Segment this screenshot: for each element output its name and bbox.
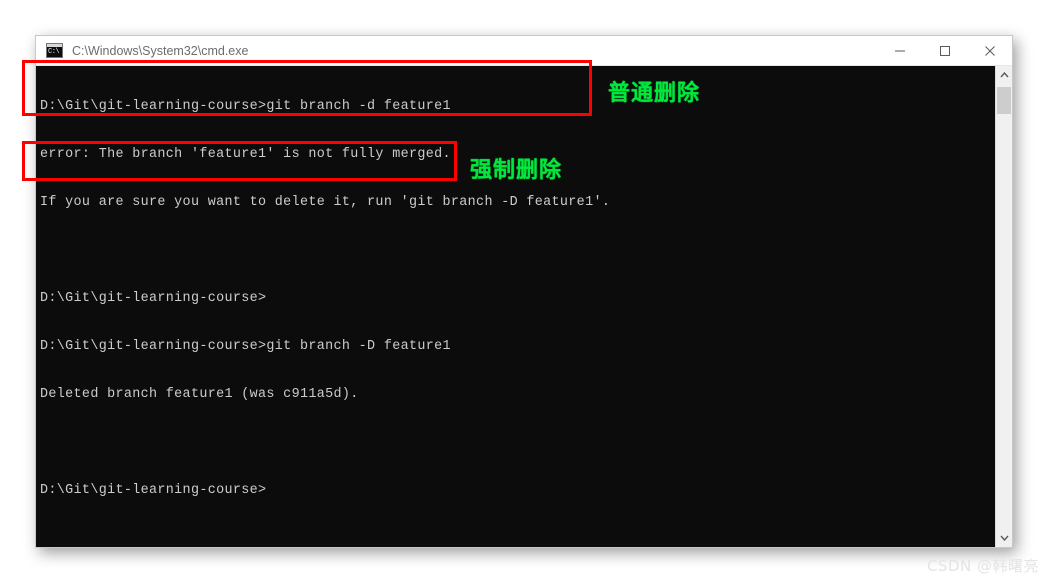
minimize-button[interactable]: [877, 36, 922, 65]
window-title: C:\Windows\System32\cmd.exe: [72, 43, 249, 58]
title-bar[interactable]: C:\ C:\Windows\System32\cmd.exe: [36, 36, 1012, 66]
annotation-force-delete: 强制删除: [470, 158, 563, 183]
close-icon: [984, 45, 995, 56]
maximize-button[interactable]: [922, 36, 967, 65]
scrollbar-thumb[interactable]: [997, 87, 1011, 114]
cmd-icon-prompt: C:\: [48, 48, 60, 56]
scroll-down-button[interactable]: [996, 529, 1012, 547]
chevron-up-icon: [999, 72, 1009, 78]
terminal-line: D:\Git\git-learning-course>: [40, 483, 267, 498]
terminal-line: D:\Git\git-learning-course>git branch -D…: [40, 339, 451, 354]
cmd-icon: C:\: [46, 43, 63, 58]
terminal-line: D:\Git\git-learning-course>git branch -d…: [40, 99, 451, 114]
terminal-output-area[interactable]: D:\Git\git-learning-course>git branch -d…: [36, 66, 1012, 547]
cmd-icon-titlebar: [47, 44, 62, 47]
scroll-up-button[interactable]: [996, 66, 1012, 84]
minimize-icon: [894, 50, 905, 51]
annotation-normal-delete: 普通删除: [608, 81, 701, 106]
watermark: CSDN @韩曙亮: [926, 557, 1039, 575]
vertical-scrollbar[interactable]: [995, 66, 1012, 547]
terminal-line: D:\Git\git-learning-course>: [40, 291, 267, 306]
close-button[interactable]: [967, 36, 1012, 65]
terminal-line: Deleted branch feature1 (was c911a5d).: [40, 387, 359, 402]
terminal-text: D:\Git\git-learning-course>git branch -d…: [40, 67, 610, 531]
terminal-line: If you are sure you want to delete it, r…: [40, 195, 611, 210]
maximize-icon: [939, 45, 950, 56]
chevron-down-icon: [999, 535, 1009, 541]
window-controls: [877, 36, 1012, 65]
console-window: C:\ C:\Windows\System32\cmd.exe D:\Git\g…: [35, 35, 1013, 548]
